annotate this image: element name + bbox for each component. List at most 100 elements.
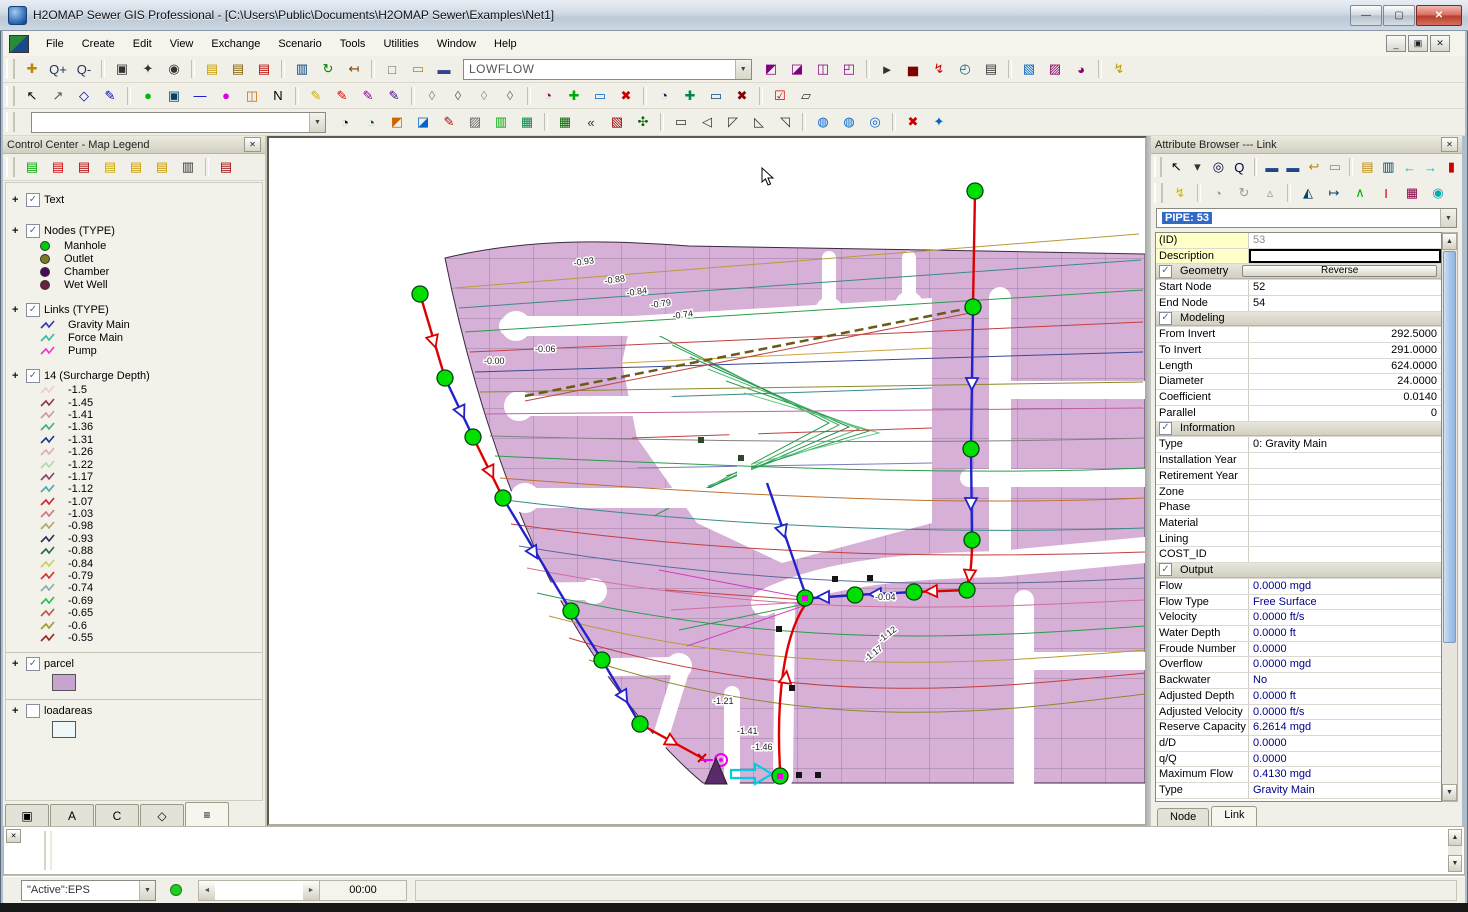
tab-legend-icon[interactable]: ≡	[185, 802, 229, 826]
attribute-value[interactable]: 24.0000	[1249, 374, 1441, 389]
menu-item[interactable]: Tools	[331, 35, 375, 53]
legend-surcharge-value[interactable]: -0.79	[12, 570, 262, 582]
attribute-grid[interactable]: (ID) 53 Description ✓ Geometry Reverse S…	[1155, 232, 1442, 802]
attribute-value[interactable]: 6.2614 mgd	[1249, 720, 1441, 735]
legend-surcharge-value[interactable]: -0.93	[12, 533, 262, 545]
db-edit-icon[interactable]: ◰	[837, 58, 861, 80]
ab-save-icon[interactable]: ▬	[1262, 156, 1281, 178]
toolbar-grip[interactable]	[1154, 157, 1162, 177]
query-user-icon[interactable]: ◕	[1069, 58, 1093, 80]
legend-surcharge-value[interactable]: -1.12	[12, 483, 262, 495]
zoom-window-icon[interactable]: ▣	[110, 58, 134, 80]
layer-red-icon[interactable]: ▤	[214, 156, 238, 178]
attribute-value[interactable]: 0.0000 ft	[1249, 689, 1441, 704]
attribute-value[interactable]	[1249, 485, 1441, 500]
attribute-value[interactable]: 54	[1249, 296, 1441, 311]
layer-minus-icon[interactable]: ▤	[150, 156, 174, 178]
checkbox-checked-icon[interactable]: ✓	[26, 223, 40, 238]
trace-icon[interactable]: ▱	[794, 85, 818, 107]
zoom-out-icon[interactable]: Q-	[72, 58, 96, 80]
attribute-value[interactable]: 624.0000	[1249, 359, 1441, 374]
attribute-value[interactable]: 0	[1249, 406, 1441, 421]
attribute-row[interactable]: Adjusted Velocity 0.0000 ft/s	[1156, 704, 1441, 721]
attribute-row[interactable]: ✓ Information	[1156, 421, 1441, 438]
attribute-row[interactable]: Water Depth 0.0000 ft	[1156, 625, 1441, 642]
erase-icon[interactable]: ◊	[420, 85, 444, 107]
minimize-button[interactable]: —	[1350, 4, 1382, 26]
attribute-value[interactable]: 0: Gravity Main	[1249, 437, 1441, 452]
legend-surcharge-value[interactable]: -1.22	[12, 458, 262, 471]
layer-delete-icon[interactable]: ▤	[46, 156, 70, 178]
menu-item[interactable]: Utilities	[374, 35, 427, 53]
attribute-value[interactable]: 0.0000	[1249, 642, 1441, 657]
attribute-row[interactable]: Installation Year	[1156, 453, 1441, 469]
attribute-value[interactable]: 0.0000 ft/s	[1249, 610, 1441, 625]
menu-item[interactable]: Edit	[124, 35, 161, 53]
control-center-header[interactable]: Control Center - Map Legend ✕	[3, 136, 265, 154]
section-checkbox[interactable]: ✓	[1159, 563, 1172, 577]
layer-clear-icon[interactable]: ▤	[72, 156, 96, 178]
move-selection-icon[interactable]: ▭	[588, 85, 612, 107]
ab-prev-icon[interactable]: ←	[1400, 156, 1419, 178]
map-display-icon[interactable]: ▧	[1017, 58, 1041, 80]
tree-group-links[interactable]: + ✓ Links (TYPE)	[12, 301, 262, 318]
domain-map-icon[interactable]: ▨	[463, 111, 487, 133]
layer-plus-icon[interactable]: ▤	[124, 156, 148, 178]
measure-icon[interactable]: ↤	[342, 58, 366, 80]
menu-item[interactable]: File	[37, 35, 73, 53]
attribute-row[interactable]: To Invert 291.0000	[1156, 343, 1441, 359]
checkbox-unchecked-icon[interactable]	[26, 703, 40, 718]
brush-box-icon[interactable]: ✎	[382, 85, 406, 107]
legend-node-type[interactable]: Outlet	[12, 252, 262, 265]
add-vertex-icon[interactable]: ✚	[678, 85, 702, 107]
attribute-row[interactable]: d/D 0.0000	[1156, 736, 1441, 752]
close-icon[interactable]: ✕	[1441, 137, 1458, 152]
attribute-value[interactable]: 0.0000 ft/s	[1249, 705, 1441, 720]
validate-icon[interactable]: ☑	[768, 85, 792, 107]
toolbar-grip[interactable]	[6, 85, 15, 106]
time-scrollbar[interactable]: ◄ ►	[198, 879, 320, 901]
legend-surcharge-value[interactable]: -1.41	[12, 409, 262, 421]
edit-yellow-icon[interactable]: ✎	[304, 85, 328, 107]
select-link-icon[interactable]: ◔	[652, 85, 676, 107]
menu-item[interactable]: View	[161, 35, 203, 53]
anchor-icon[interactable]: ✦	[927, 111, 951, 133]
map-view[interactable]: -0.93 -0.88 -0.84 -0.79 -0.74 -0.06 -0.0…	[267, 136, 1158, 826]
attribute-value[interactable]: 292.5000	[1249, 327, 1441, 342]
add-text-icon[interactable]: N	[266, 85, 290, 107]
shape-poly-icon[interactable]: ◁	[695, 111, 719, 133]
domain-net-icon[interactable]: ▦	[515, 111, 539, 133]
menu-item[interactable]: Help	[485, 35, 526, 53]
attribute-row[interactable]: Adjusted Depth 0.0000 ft	[1156, 688, 1441, 705]
domain-node-icon[interactable]: ◔	[333, 111, 357, 133]
ab-branch-icon[interactable]: ∧	[1348, 182, 1372, 204]
edit-red-icon[interactable]: ✎	[330, 85, 354, 107]
expand-icon[interactable]: +	[12, 304, 21, 316]
attribute-row[interactable]: Flow Type Free Surface	[1156, 594, 1441, 611]
ab-molecule-icon[interactable]: ◉	[1426, 182, 1450, 204]
chevron-down-icon[interactable]: ▼	[309, 112, 325, 132]
shape-move-icon[interactable]: ◺	[747, 111, 771, 133]
ab-invert-icon[interactable]: I	[1374, 182, 1398, 204]
legend-surcharge-value[interactable]: -1.45	[12, 396, 262, 409]
attribute-row[interactable]: Type Gravity Main	[1156, 783, 1441, 799]
attribute-row[interactable]: ✓ Geometry Reverse	[1156, 264, 1441, 281]
add-link-icon[interactable]: —	[188, 85, 212, 107]
attribute-value[interactable]: 0.0000	[1249, 752, 1441, 767]
gauge-icon[interactable]: ◴	[953, 58, 977, 80]
path-select-icon[interactable]: ✎	[98, 85, 122, 107]
expand-icon[interactable]: +	[12, 194, 21, 206]
query-link-icon[interactable]: ◪	[785, 58, 809, 80]
scroll-up-icon[interactable]: ▲	[1448, 829, 1462, 846]
attribute-tab[interactable]: Link	[1211, 806, 1258, 826]
attribute-tab[interactable]: Node	[1157, 808, 1210, 826]
attribute-row[interactable]: End Node 54	[1156, 295, 1441, 312]
active-scenario-combo[interactable]: "Active":EPS ▼	[21, 879, 156, 901]
reverse-button[interactable]: Reverse	[1242, 265, 1437, 278]
legend-surcharge-value[interactable]: -1.03	[12, 508, 262, 520]
erase-arc-icon[interactable]: ◊	[446, 85, 470, 107]
ab-select-icon[interactable]: ↖	[1167, 156, 1186, 178]
ab-faucet-icon[interactable]: ◔	[1206, 182, 1230, 204]
menu-item[interactable]: Create	[73, 35, 124, 53]
scroll-down-icon[interactable]: ▼	[1448, 855, 1462, 872]
